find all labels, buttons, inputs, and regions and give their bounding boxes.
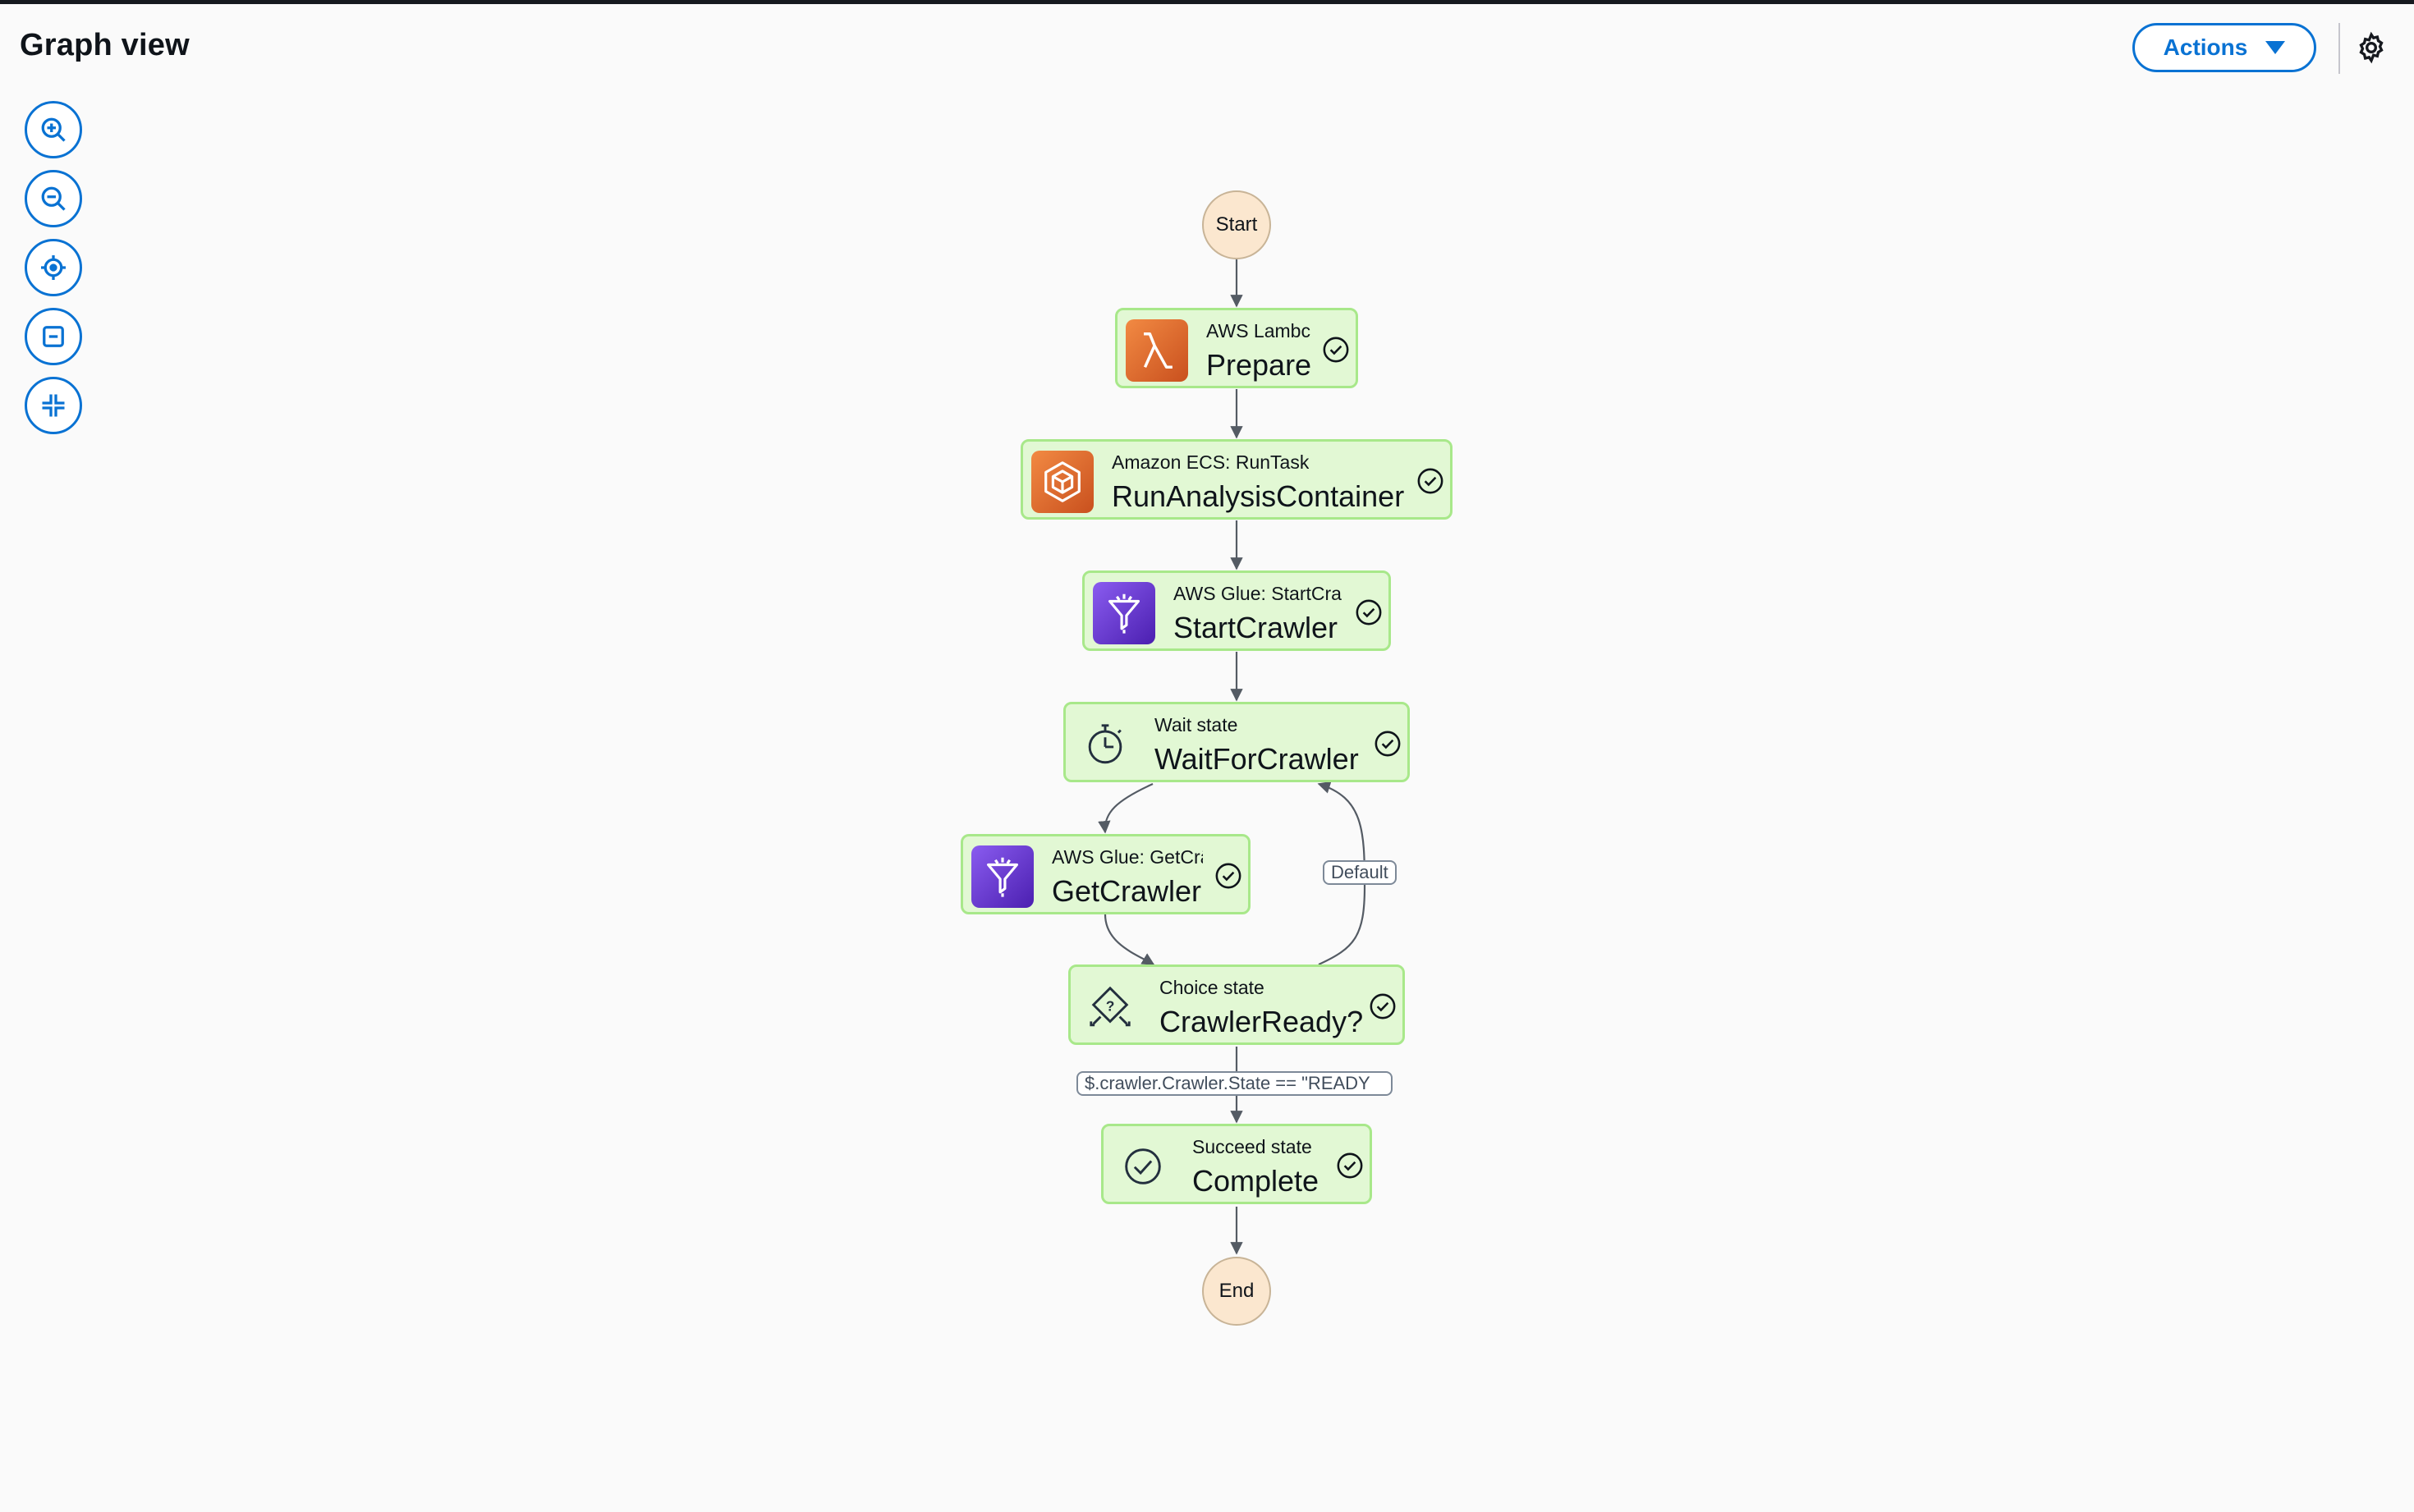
top-border <box>0 0 2414 4</box>
status-check-icon <box>1215 863 1241 889</box>
state-type: AWS Glue: StartCra <box>1173 583 1342 604</box>
state-type: Amazon ECS: RunTask <box>1112 451 1310 473</box>
state-run-analysis-container[interactable]: Amazon ECS: RunTask RunAnalysisContainer <box>1021 439 1453 520</box>
status-check-icon <box>1417 468 1443 494</box>
edge-wait-get <box>1098 782 1154 834</box>
zoom-in-icon <box>41 117 66 142</box>
fit-button[interactable] <box>25 308 82 365</box>
glue-icon <box>1093 582 1155 644</box>
status-check-icon <box>1337 1152 1363 1179</box>
lambda-icon <box>1126 319 1188 382</box>
center-icon <box>41 255 66 280</box>
zoom-out-button[interactable] <box>25 170 82 227</box>
collapse-button[interactable] <box>25 377 82 434</box>
zoom-out-icon <box>41 186 66 211</box>
state-crawler-ready[interactable]: ? Choice state CrawlerReady? <box>1068 964 1405 1045</box>
state-name: CrawlerReady? <box>1159 1005 1364 1038</box>
state-name: GetCrawler <box>1052 874 1202 908</box>
state-wait-for-crawler[interactable]: Wait state WaitForCrawler <box>1063 702 1410 782</box>
state-type: Succeed state <box>1192 1136 1312 1157</box>
state-type: AWS Glue: GetCrā <box>1052 846 1203 868</box>
status-check-icon <box>1370 993 1396 1019</box>
state-name: RunAnalysisContainer <box>1112 479 1405 513</box>
fit-icon <box>43 326 64 347</box>
end-node[interactable]: End <box>1202 1257 1271 1326</box>
glue-icon <box>971 845 1034 908</box>
status-check-icon <box>1323 337 1349 363</box>
state-type: Choice state <box>1159 977 1264 998</box>
start-node[interactable]: Start <box>1202 190 1271 259</box>
state-get-crawler[interactable]: AWS Glue: GetCrā GetCrawler <box>961 834 1251 914</box>
divider <box>2338 23 2340 74</box>
state-prepare[interactable]: AWS Lambc Prepare <box>1115 308 1358 388</box>
zoom-in-button[interactable] <box>25 101 82 158</box>
ecs-icon <box>1031 451 1094 513</box>
state-name: WaitForCrawler <box>1154 742 1359 776</box>
edge-label-default: Default <box>1323 860 1397 885</box>
collapse-icon <box>42 394 65 417</box>
timer-icon <box>1074 713 1136 776</box>
page-title: Graph view <box>20 28 190 62</box>
center-button[interactable] <box>25 239 82 296</box>
state-name: StartCrawler <box>1173 611 1338 644</box>
caret-down-icon <box>2265 41 2286 54</box>
actions-label: Actions <box>2163 34 2248 60</box>
edge-label-condition: $.crawler.Crawler.State == "READY <box>1076 1071 1393 1096</box>
edge-get-choice <box>1104 914 1155 965</box>
gear-icon[interactable] <box>2355 31 2388 64</box>
state-name: Prepare <box>1206 348 1312 382</box>
status-check-icon <box>1356 599 1382 625</box>
state-type: AWS Lambc <box>1206 320 1310 341</box>
state-name: Complete <box>1192 1164 1319 1198</box>
state-start-crawler[interactable]: AWS Glue: StartCra StartCrawler <box>1082 570 1391 651</box>
actions-button[interactable]: Actions <box>2132 23 2316 72</box>
svg-text:?: ? <box>1106 997 1115 1014</box>
state-type: Wait state <box>1154 714 1238 735</box>
check-circle-icon <box>1112 1135 1174 1198</box>
state-complete[interactable]: Succeed state Complete <box>1101 1124 1372 1204</box>
status-check-icon <box>1375 731 1401 757</box>
choice-icon: ? <box>1079 976 1141 1038</box>
